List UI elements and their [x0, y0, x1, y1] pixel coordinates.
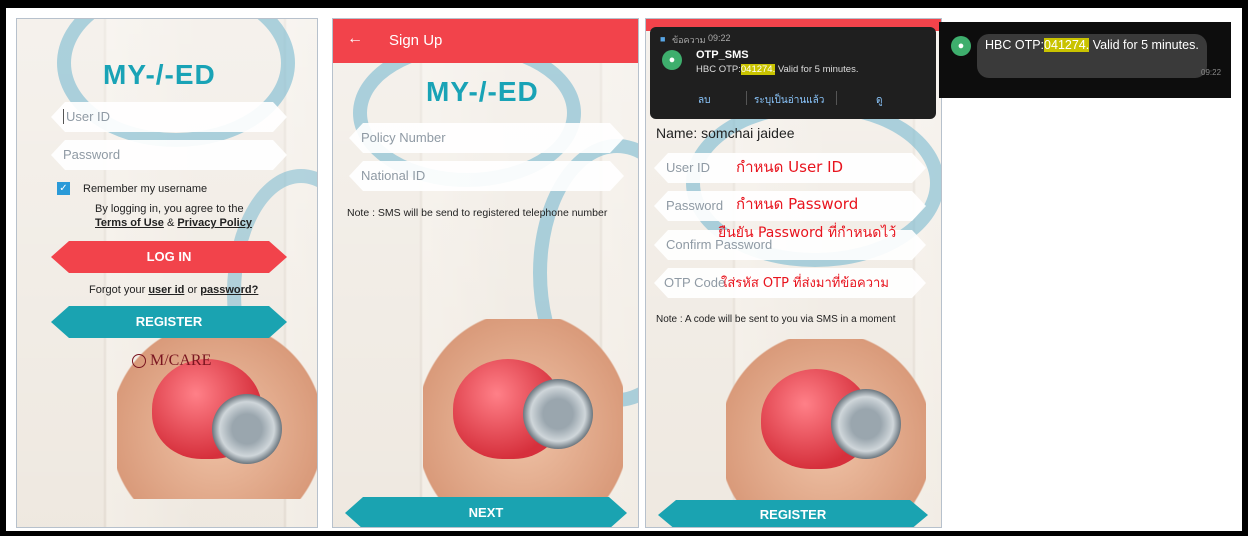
message-icon: ■: [660, 34, 666, 44]
user-id-placeholder: User ID: [63, 109, 110, 124]
sms-message-screen: ● HBC OTP:041274. Valid for 5 minutes. 0…: [939, 22, 1231, 98]
password-placeholder: Password: [666, 198, 724, 213]
notification-time: 09:22: [708, 33, 731, 43]
stethoscope-chestpiece-image: [831, 389, 901, 459]
and-text: &: [166, 217, 175, 229]
person-icon: ●: [951, 36, 971, 56]
member-name: Name: somchai jaidee: [656, 125, 795, 141]
signup-header: ← Sign Up: [333, 19, 638, 63]
remember-checkbox[interactable]: ✓: [57, 182, 70, 195]
divider: [836, 91, 837, 105]
person-icon: ●: [662, 50, 682, 70]
register-screen: ■ ข้อความ 09:22 ● OTP_SMS HBC OTP:041274…: [645, 18, 942, 528]
otp-code-placeholder: OTP Code: [664, 275, 726, 290]
otp-code-highlight: 041274.: [740, 64, 776, 75]
password-link[interactable]: password?: [200, 284, 258, 296]
terms-link[interactable]: Terms of Use: [95, 217, 164, 229]
national-id-placeholder: National ID: [361, 168, 426, 183]
register-button[interactable]: REGISTER: [51, 306, 287, 338]
mcare-emblem-icon: [132, 354, 146, 369]
notification-sender: OTP_SMS: [696, 49, 749, 61]
check-icon: ✓: [59, 183, 68, 194]
next-button[interactable]: NEXT: [345, 497, 627, 528]
app-logo: MY-/-ED: [426, 76, 539, 107]
signup-screen: ← Sign Up MY-/-ED Policy Number National…: [332, 18, 639, 528]
national-id-field[interactable]: National ID: [349, 161, 624, 191]
delete-action[interactable]: ลบ: [698, 93, 710, 108]
sms-bubble[interactable]: HBC OTP:041274. Valid for 5 minutes.: [977, 34, 1207, 78]
password-field[interactable]: Password: [51, 140, 287, 170]
login-screen: MY-/-ED User ID Password ✓ Remember my u…: [16, 18, 318, 528]
annotation-otp: ใส่รหัส OTP ที่ส่งมาที่ข้อความ: [721, 276, 889, 291]
policy-number-field[interactable]: Policy Number: [349, 123, 624, 153]
privacy-link[interactable]: Privacy Policy: [177, 217, 252, 229]
sms-note: Note : SMS will be send to registered te…: [347, 207, 608, 219]
stethoscope-chestpiece-image: [212, 394, 282, 464]
otp-note: Note : A code will be sent to you via SM…: [656, 314, 896, 325]
annotation-password: กำหนด Password: [736, 195, 859, 213]
login-button[interactable]: LOG IN: [51, 241, 287, 273]
user-id-field[interactable]: User ID: [51, 102, 287, 132]
remember-label: Remember my username: [83, 183, 208, 195]
stethoscope-chestpiece-image: [523, 379, 593, 449]
view-action[interactable]: ดู: [876, 93, 883, 108]
page-title: Sign Up: [389, 32, 443, 49]
back-arrow-icon[interactable]: ←: [347, 30, 363, 48]
forgot-text: Forgot your: [89, 284, 146, 296]
password-placeholder: Password: [63, 147, 121, 162]
sms-time: 09:22: [1201, 68, 1222, 77]
mcare-logo: M/CARE: [132, 352, 211, 370]
annotation-confirm-password: ยืนยัน Password ที่กำหนดไว้: [718, 225, 897, 241]
divider: [746, 91, 747, 105]
policy-number-placeholder: Policy Number: [361, 130, 446, 145]
register-button[interactable]: REGISTER: [658, 500, 928, 528]
user-id-link[interactable]: user id: [148, 284, 184, 296]
or-text: or: [187, 284, 198, 296]
user-id-placeholder: User ID: [666, 160, 711, 175]
app-logo: MY-/-ED: [103, 59, 216, 90]
annotation-user-id: กำหนด User ID: [736, 158, 844, 176]
notification-body: HBC OTP:041274. Valid for 5 minutes.: [696, 64, 859, 75]
mark-read-action[interactable]: ระบุเป็นอ่านแล้ว: [754, 93, 824, 108]
sms-notification[interactable]: ■ ข้อความ 09:22 ● OTP_SMS HBC OTP:041274…: [650, 27, 936, 119]
otp-code-highlight: 041274.: [1044, 38, 1090, 52]
agree-text: By logging in, you agree to the: [95, 203, 244, 215]
notification-app: ข้อความ: [672, 35, 706, 45]
